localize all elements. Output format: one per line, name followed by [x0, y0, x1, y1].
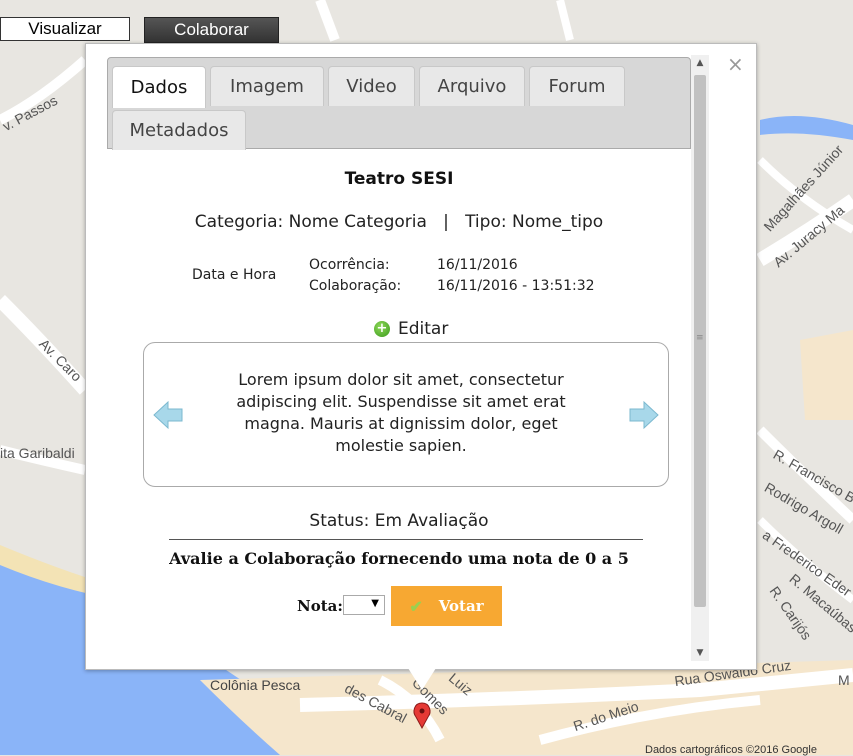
date-list: Ocorrência: 16/11/2016 Colaboração: 16/1… [309, 257, 595, 299]
vote-button[interactable]: ✔ Votar [391, 586, 502, 626]
map-label-colonia: Colônia Pesca [210, 677, 301, 693]
check-icon: ✔ [409, 596, 423, 616]
tab-video[interactable]: Video [328, 66, 415, 106]
collaborate-button[interactable]: Colaborar [144, 17, 279, 43]
chevron-down-icon: ▼ [371, 598, 379, 609]
arrow-right-icon[interactable] [628, 399, 660, 431]
map-label-garibaldi: ita Garibaldi [0, 445, 75, 461]
date-value: 16/11/2016 [437, 257, 518, 273]
edit-link[interactable]: + Editar [374, 319, 448, 339]
scroll-down-icon[interactable]: ▼ [691, 645, 709, 661]
edit-label: Editar [398, 319, 449, 339]
nota-select[interactable]: ▼ [343, 595, 385, 615]
map-label-m: M [838, 672, 850, 688]
category-type-line: Categoria: Nome Categoria | Tipo: Nome_t… [194, 212, 604, 232]
scrollbar[interactable]: ▲ ≡ ▼ [691, 55, 709, 661]
tab-arquivo[interactable]: Arquivo [419, 66, 525, 106]
tab-bar: Dados Imagem Video Arquivo Forum Metadad… [107, 57, 691, 150]
vote-label: Votar [438, 597, 484, 615]
date-value: 16/11/2016 - 13:51:32 [437, 278, 595, 294]
tab-forum[interactable]: Forum [529, 66, 625, 106]
scrollbar-thumb[interactable]: ≡ [694, 75, 706, 607]
arrow-left-icon[interactable] [152, 399, 184, 431]
date-key: Colaboração: [309, 278, 402, 294]
description-carousel: Lorem ipsum dolor sit amet, consectetur … [143, 342, 669, 487]
rate-prompt: Avalie a Colaboração fornecendo uma nota… [169, 549, 629, 568]
tab-dados[interactable]: Dados [112, 66, 206, 108]
close-icon[interactable]: × [727, 52, 744, 76]
status-text: Status: Em Avaliação [309, 511, 489, 531]
nota-label: Nota: [297, 597, 343, 615]
date-key: Ocorrência: [309, 257, 390, 273]
date-time-label: Data e Hora [192, 267, 277, 283]
info-window-content: Dados Imagem Video Arquivo Forum Metadad… [107, 57, 691, 662]
tab-metadados[interactable]: Metadados [112, 110, 246, 150]
date-row-collaboration: Colaboração: 16/11/2016 - 13:51:32 [309, 278, 595, 299]
map-attribution[interactable]: Dados cartográficos ©2016 Google [645, 744, 817, 756]
tab-imagem[interactable]: Imagem [210, 66, 324, 106]
divider [169, 539, 643, 540]
add-icon: + [374, 321, 390, 337]
date-row-occurrence: Ocorrência: 16/11/2016 [309, 257, 595, 278]
info-window-tail [408, 668, 436, 690]
page-title: Teatro SESI [344, 169, 454, 189]
grip-icon: ≡ [696, 333, 704, 343]
scroll-up-icon[interactable]: ▲ [691, 55, 709, 71]
description-text: Lorem ipsum dolor sit amet, consectetur … [236, 370, 566, 455]
visualize-button[interactable]: Visualizar [0, 17, 130, 41]
